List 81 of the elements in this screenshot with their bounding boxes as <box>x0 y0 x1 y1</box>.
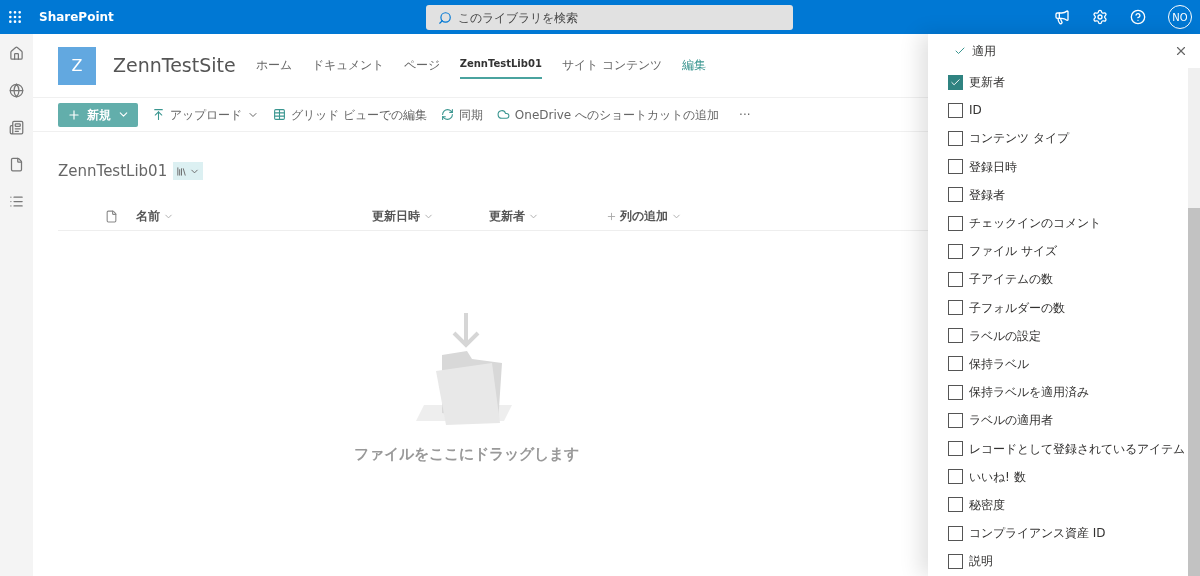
checkbox[interactable] <box>948 469 963 485</box>
column-header[interactable]: 名前 <box>136 207 372 225</box>
nav-link[interactable]: ページ <box>403 52 440 79</box>
site-logo: Z <box>58 46 96 85</box>
checkbox[interactable] <box>948 328 963 344</box>
checkbox[interactable] <box>948 187 963 203</box>
column-option[interactable]: ラベルの適用者 <box>948 406 1188 435</box>
column-option[interactable]: 更新者 <box>948 68 1188 97</box>
column-header[interactable]: 更新日時 <box>372 207 489 225</box>
app-name: SharePoint <box>39 9 114 26</box>
checkbox[interactable] <box>948 497 963 513</box>
checkbox[interactable] <box>948 553 963 569</box>
check-icon <box>954 45 966 57</box>
checkbox[interactable] <box>948 300 963 316</box>
cloud-icon <box>496 108 510 121</box>
add-column-button[interactable]: 列の追加 <box>606 207 682 225</box>
site-title: ZennTestSite <box>113 53 236 79</box>
nav-link[interactable]: ホーム <box>255 52 292 79</box>
upload-icon <box>152 108 165 121</box>
grid-icon <box>273 108 286 121</box>
checkbox[interactable] <box>948 243 963 259</box>
search-field[interactable]: このライブラリを検索 <box>425 5 793 30</box>
more-button[interactable]: ··· <box>739 105 751 124</box>
news-icon[interactable] <box>9 120 24 135</box>
apply-button[interactable]: 適用 <box>954 42 996 60</box>
column-option[interactable]: ID <box>948 96 1188 125</box>
library-title: ZennTestLib01 <box>58 161 168 182</box>
column-option[interactable]: 秘密度 <box>948 490 1188 519</box>
nav-link[interactable]: ドキュメント <box>311 52 384 79</box>
view-switcher[interactable] <box>173 162 204 181</box>
checkbox[interactable] <box>948 441 963 457</box>
close-icon[interactable] <box>1174 44 1188 58</box>
column-option[interactable]: ラベルの設定 <box>948 321 1188 350</box>
library-icon <box>176 165 188 177</box>
file-icon[interactable] <box>9 157 24 172</box>
empty-message: ファイルをここにドラッグします <box>354 443 579 465</box>
megaphone-icon[interactable] <box>1054 9 1070 25</box>
column-option[interactable]: いいね! 数 <box>948 462 1188 491</box>
check-icon <box>950 76 961 88</box>
checkbox[interactable] <box>948 271 963 287</box>
checkbox[interactable] <box>948 159 963 175</box>
toolbar-button[interactable]: アップロード <box>152 105 259 124</box>
toolbar-button[interactable]: 同期 <box>440 105 483 124</box>
file-type-icon <box>105 209 118 223</box>
help-icon[interactable] <box>1130 9 1146 25</box>
column-option[interactable]: 子フォルダーの数 <box>948 293 1188 322</box>
column-option[interactable]: レコードとして登録されているアイテム <box>948 434 1188 463</box>
column-option[interactable]: 登録日時 <box>948 152 1188 181</box>
toolbar-button[interactable]: OneDrive へのショートカットの追加 <box>496 105 720 124</box>
column-option[interactable]: 子アイテムの数 <box>948 265 1188 294</box>
checkbox[interactable] <box>948 215 963 231</box>
scrollbar[interactable] <box>1188 68 1200 576</box>
column-option[interactable]: 保持ラベルを適用済み <box>948 378 1188 407</box>
search-icon <box>437 10 452 25</box>
nav-link[interactable]: ZennTestLib01 <box>459 52 542 79</box>
list-icon[interactable] <box>9 194 24 209</box>
checkbox[interactable] <box>948 384 963 400</box>
sync-icon <box>440 108 454 121</box>
nav-link[interactable]: 編集 <box>681 52 706 79</box>
column-header[interactable]: 更新者 <box>489 207 606 225</box>
waffle-icon <box>7 9 23 25</box>
checkbox[interactable] <box>948 356 963 372</box>
column-option[interactable]: 登録者 <box>948 180 1188 209</box>
checkbox[interactable] <box>948 412 963 428</box>
checkbox[interactable] <box>948 74 963 90</box>
column-option[interactable]: コンプライアンス資産 ID <box>948 519 1188 548</box>
globe-icon[interactable] <box>9 83 24 98</box>
settings-icon[interactable] <box>1092 9 1108 25</box>
checkbox[interactable] <box>948 525 963 541</box>
plus-icon <box>606 210 617 222</box>
column-option[interactable]: チェックインのコメント <box>948 208 1188 238</box>
checkbox[interactable] <box>948 102 963 118</box>
column-option[interactable]: 説明 <box>948 547 1188 576</box>
toolbar-button[interactable]: グリッド ビューでの編集 <box>273 105 427 124</box>
column-option[interactable]: ファイル サイズ <box>948 237 1188 266</box>
plus-icon <box>66 107 81 122</box>
home-icon[interactable] <box>9 46 24 61</box>
checkbox[interactable] <box>948 130 963 146</box>
column-option[interactable]: 保持ラベル <box>948 349 1188 379</box>
nav-link[interactable]: サイト コンテンツ <box>561 52 662 79</box>
column-option[interactable]: コンテンツ タイプ <box>948 124 1188 153</box>
